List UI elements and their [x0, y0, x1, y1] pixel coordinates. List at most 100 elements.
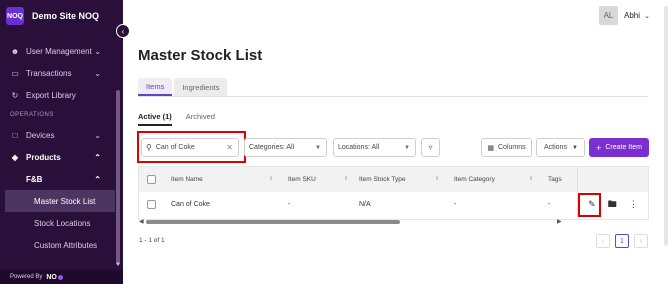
checkbox[interactable] [147, 175, 156, 184]
collapse-sidebar-button[interactable]: ‹ [116, 24, 130, 38]
cell-item-name: Can of Coke [171, 201, 210, 208]
sidebar-item-label: Master Stock List [34, 196, 96, 206]
cell-category: - [454, 201, 457, 208]
col-item-category[interactable]: Item Category [454, 167, 495, 192]
checkbox[interactable] [147, 200, 156, 209]
chevron-down-icon: ⌄ [94, 46, 101, 56]
site-name: Demo Site NOQ [32, 11, 100, 21]
columns-button[interactable]: ▦ Columns [481, 138, 532, 157]
sidebar-item-label: F&B [26, 174, 43, 184]
cell-stock-type: N/A [359, 201, 371, 208]
scroll-right-icon[interactable]: ▶ [557, 218, 562, 225]
table-horizontal-scrollbar[interactable] [146, 220, 400, 224]
powered-by-label: Powered By [10, 274, 43, 280]
scroll-left-icon[interactable]: ◀ [139, 218, 144, 225]
tab-items[interactable]: Items [138, 78, 173, 96]
sidebar-item-stock-locations[interactable]: Stock Locations [0, 212, 115, 234]
categories-value: Categories: All [249, 144, 295, 151]
brand[interactable]: NOQ Demo Site NOQ [6, 7, 117, 25]
noq-logo: NOQ [6, 7, 24, 25]
chevron-up-icon: ⌃ [94, 174, 101, 184]
person-icon: ☻ [10, 46, 20, 56]
categories-select[interactable]: Categories: All ▼ [244, 138, 327, 157]
plus-icon: + [596, 142, 602, 153]
table-row[interactable]: Can of Coke - N/A - - [139, 192, 648, 217]
filter-icon: ▿ [428, 143, 433, 152]
highlight-edit [578, 193, 601, 217]
powered-brand: NO [46, 273, 57, 281]
table-header: Item Name ⇕ Item SKU ⇕ Item Stock Type ⇕… [139, 167, 648, 192]
sidebar-item-master-stock-list[interactable]: Master Stock List [5, 190, 115, 212]
user-menu[interactable]: AL Abhi ⌄ [599, 6, 650, 25]
chevron-down-icon: ⌄ [644, 12, 650, 20]
select-all-checkbox[interactable] [147, 167, 156, 192]
filter-button[interactable]: ▿ [421, 138, 440, 157]
cell-tags: - [548, 201, 551, 208]
actions-label: Actions [544, 144, 567, 151]
sort-icon[interactable]: ⇕ [269, 176, 273, 182]
sidebar-item-label: Stock Locations [34, 218, 91, 228]
columns-icon: ▦ [487, 144, 494, 152]
col-item-stock-type[interactable]: Item Stock Type [359, 167, 405, 192]
subtabs: Active (1) Archived [138, 112, 229, 126]
sidebar-item-label: Devices [26, 130, 55, 140]
stock-table: Item Name ⇕ Item SKU ⇕ Item Stock Type ⇕… [138, 166, 649, 220]
sidebar-item-transactions[interactable]: ▭ Transactions ⌄ [0, 62, 115, 84]
pagination-info: 1 - 1 of 1 [139, 237, 165, 244]
sidebar-item-label: Transactions [26, 68, 72, 78]
folder-icon[interactable]: 🖿 [608, 197, 617, 213]
sidebar-item-label: User Management [26, 46, 92, 56]
card-icon: ▭ [11, 68, 19, 78]
refresh-icon: ↻ [11, 90, 19, 100]
sidebar-item-custom-attributes[interactable]: Custom Attributes [0, 234, 115, 256]
tab-ingredients[interactable]: Ingredients [174, 78, 228, 96]
actions-dropdown[interactable]: Actions ▼ [536, 138, 585, 157]
create-item-button[interactable]: + Create Item [589, 138, 649, 157]
tag-icon: ◈ [11, 152, 19, 162]
sort-icon[interactable]: ⇕ [435, 176, 439, 182]
cell-item-sku: - [288, 201, 291, 208]
brand-dot-icon [57, 274, 63, 280]
chevron-left-icon: ‹ [601, 237, 605, 245]
sidebar-item-label: Custom Attributes [34, 240, 98, 250]
user-name: Abhi [624, 11, 641, 20]
section-operations: OPERATIONS [10, 112, 54, 118]
highlight-search [137, 131, 246, 163]
sidebar-item-export-library[interactable]: ↻ Export Library [0, 84, 115, 106]
devices-icon: □ [12, 130, 18, 140]
tabs: Items Ingredients [138, 78, 229, 96]
col-item-sku[interactable]: Item SKU [288, 167, 316, 192]
prev-page-button[interactable]: ‹ [596, 234, 610, 248]
main-scrollbar[interactable] [664, 6, 668, 246]
sidebar-item-label: Export Library [26, 90, 76, 100]
sidebar-nav: ☻ User Management ⌄ ▭ Transactions ⌄ ↻ E… [0, 40, 115, 256]
actions-header [578, 167, 648, 192]
page-button[interactable]: 1 [615, 234, 629, 248]
chevron-down-icon: ⌄ [94, 68, 101, 78]
chevron-down-icon: ⌄ [94, 130, 101, 140]
row-checkbox-cell[interactable] [147, 192, 156, 217]
chevron-down-icon: ▼ [404, 144, 410, 151]
col-tags[interactable]: Tags [548, 167, 562, 192]
more-vertical-icon[interactable]: ⋮ [629, 199, 638, 210]
sidebar-scrollbar[interactable] [116, 90, 120, 265]
tab-archived[interactable]: Archived [186, 112, 215, 126]
sidebar-item-user-management[interactable]: ☻ User Management ⌄ [0, 40, 115, 62]
sort-icon[interactable]: ⇕ [529, 176, 533, 182]
col-item-name[interactable]: Item Name [171, 167, 203, 192]
locations-select[interactable]: Locations: All ▼ [333, 138, 416, 157]
tab-active[interactable]: Active (1) [138, 112, 172, 126]
sort-icon[interactable]: ⇕ [344, 176, 348, 182]
sidebar-item-label: Products [26, 152, 61, 162]
next-page-button[interactable]: › [634, 234, 648, 248]
sidebar-item-devices[interactable]: □ Devices ⌄ [0, 124, 115, 146]
columns-label: Columns [498, 144, 526, 151]
sidebar-item-fb[interactable]: F&B ⌃ [0, 168, 115, 190]
chevron-down-icon: ▼ [315, 144, 321, 151]
chevron-up-icon: ⌃ [94, 152, 101, 162]
sidebar: NOQ Demo Site NOQ ☻ User Management ⌄ ▭ … [0, 0, 123, 284]
tabs-divider [138, 96, 648, 97]
scroll-down-icon[interactable]: ▼ [115, 262, 121, 268]
sidebar-item-products[interactable]: ◈ Products ⌃ [0, 146, 115, 168]
page-title: Master Stock List [138, 47, 263, 64]
